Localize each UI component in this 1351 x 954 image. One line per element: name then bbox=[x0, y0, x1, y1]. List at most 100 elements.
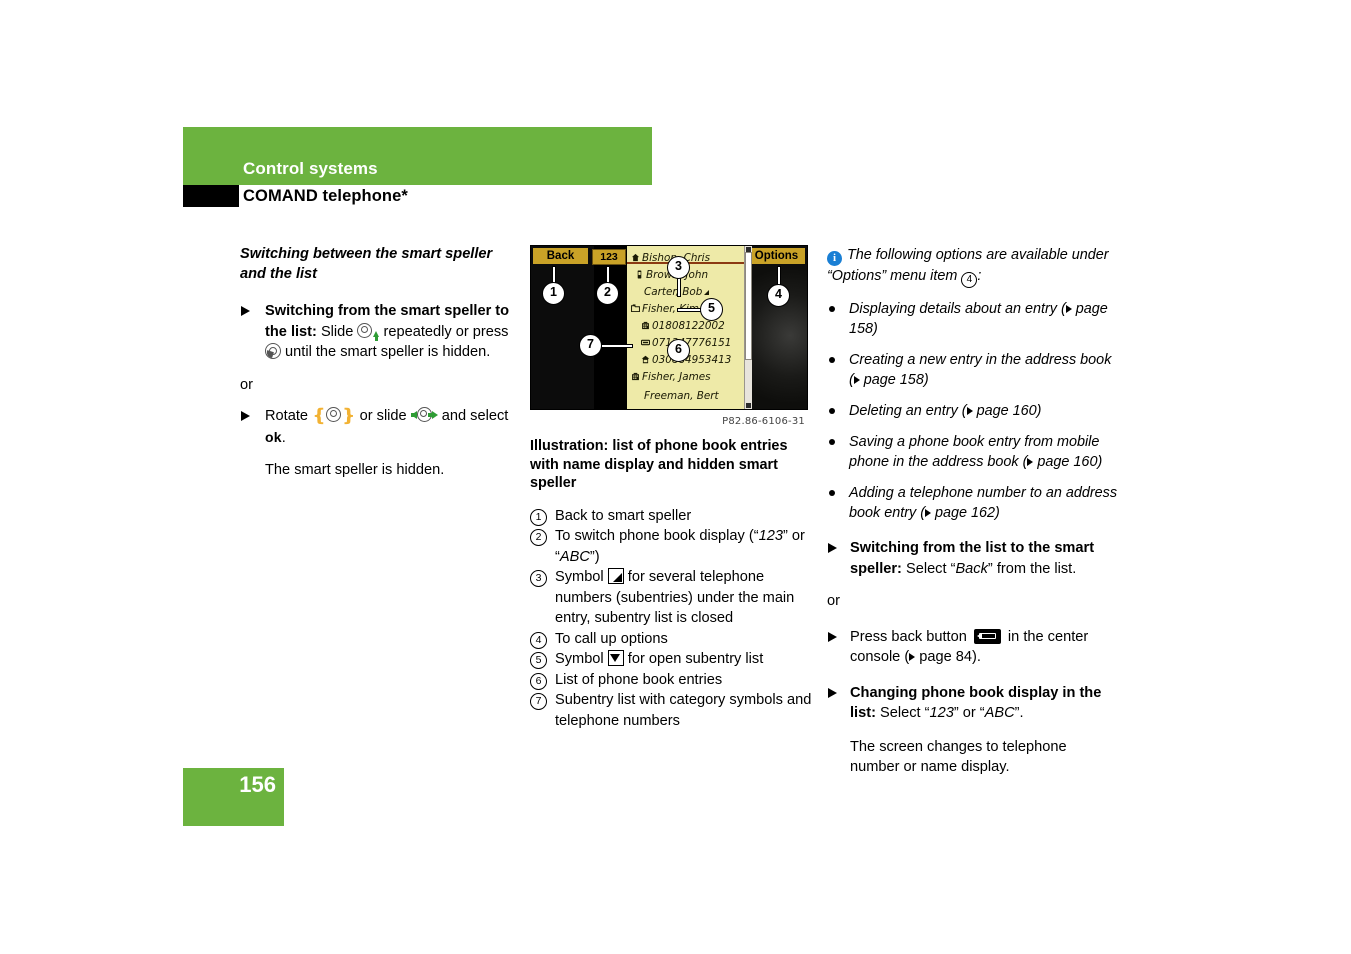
change-em-abc: ABC bbox=[984, 705, 1015, 721]
press-text-a: Press back button bbox=[850, 628, 971, 645]
info-note-text-b: : bbox=[977, 268, 982, 284]
legend-text-a: Symbol bbox=[555, 569, 608, 585]
option-ref: page 158 bbox=[859, 372, 924, 388]
rotate-left-bracket-icon: ❴ bbox=[312, 406, 327, 425]
info-icon: i bbox=[827, 251, 842, 266]
right-column: i The following options are available und… bbox=[827, 245, 1119, 778]
legend-text-a: To switch phone book display (“ bbox=[555, 528, 759, 544]
instruction-press-back-button: Press back button in the center console … bbox=[827, 627, 1119, 668]
list-item-label: Fisher, James bbox=[642, 371, 711, 383]
slide-up-arrow-icon bbox=[373, 330, 380, 341]
legend-number: 2 bbox=[530, 529, 547, 546]
callout-2: 2 bbox=[596, 282, 619, 305]
arrow-bullet-icon bbox=[828, 543, 837, 553]
legend-item-6: 6 List of phone book entries bbox=[530, 670, 815, 691]
callout-4: 4 bbox=[767, 284, 790, 307]
callout-7: 7 bbox=[579, 334, 602, 357]
callout-3: 3 bbox=[667, 256, 690, 279]
callout-1: 1 bbox=[542, 282, 565, 305]
fax-card-icon bbox=[641, 339, 650, 346]
list-item-label: Carter, Bob bbox=[644, 286, 703, 298]
scroll-down-arrow-icon[interactable] bbox=[746, 403, 751, 408]
legend-item-4: 4 To call up options bbox=[530, 629, 815, 650]
controller-wheel-icon bbox=[357, 322, 373, 338]
legend-text: List of phone book entries bbox=[555, 671, 723, 688]
bullet-dot-icon bbox=[829, 439, 835, 445]
screen-left-pane bbox=[531, 246, 594, 409]
info-note: i The following options are available und… bbox=[827, 245, 1119, 288]
callout-6: 6 bbox=[667, 339, 690, 362]
bullet-dot-icon bbox=[829, 408, 835, 414]
rotate-right-bracket-icon: ❵ bbox=[341, 406, 356, 425]
info-note-ref-number: 4 bbox=[961, 272, 978, 288]
option-text-b: ) bbox=[923, 372, 929, 388]
callout-5: 5 bbox=[700, 298, 723, 321]
press-ref: page 84 bbox=[915, 649, 973, 665]
option-text-a: Deleting an entry ( bbox=[849, 403, 967, 419]
rotate-text-d: . bbox=[281, 429, 286, 446]
instruction-change-display: Changing phone book display in the list:… bbox=[827, 683, 1119, 724]
legend-item-7: 7 Subentry list with category symbols an… bbox=[530, 690, 815, 731]
screen-123-button[interactable]: 123 bbox=[592, 249, 626, 265]
instruction-text-b: ” from the list. bbox=[987, 560, 1077, 577]
legend-number: 3 bbox=[530, 570, 547, 587]
legend-text: Back to smart speller bbox=[555, 507, 692, 524]
change-text-a: Select “ bbox=[875, 705, 930, 721]
illustration-legend: 1 Back to smart speller 2 To switch phon… bbox=[530, 506, 815, 732]
screen-back-button[interactable]: Back bbox=[533, 248, 588, 264]
arrow-bullet-icon bbox=[241, 306, 250, 316]
option-ref: page 160 bbox=[1033, 454, 1098, 470]
option-ref: page 160 bbox=[972, 403, 1037, 419]
change-em-123: 123 bbox=[929, 705, 954, 721]
legend-number: 4 bbox=[530, 631, 547, 649]
arrow-bullet-icon bbox=[241, 411, 250, 421]
controller-press-icon bbox=[265, 343, 281, 359]
subentry-number: 030884953413 bbox=[652, 354, 732, 366]
left-column: Switching between the smart speller and … bbox=[240, 245, 522, 481]
list-item[interactable]: Freeman, Bert bbox=[644, 386, 719, 407]
instruction-rotate-select: Rotate ❴ ❵ or slide and select ok. bbox=[240, 406, 522, 448]
press-text-c: ). bbox=[972, 649, 981, 665]
left-or-label: or bbox=[240, 376, 253, 393]
slide-right-arrow-icon bbox=[427, 411, 438, 419]
subentry-closed-caret-icon bbox=[704, 290, 710, 295]
instruction-text-c: until the smart speller is hidden. bbox=[281, 344, 491, 360]
list-item[interactable]: Fisher, James bbox=[631, 367, 711, 388]
slide-left-arrow-icon bbox=[410, 411, 417, 419]
page-header-band: Control systems bbox=[183, 127, 652, 185]
ok-key-label: ok bbox=[265, 428, 282, 445]
header-black-marker bbox=[183, 185, 239, 207]
legend-text-a: Symbol bbox=[555, 651, 608, 667]
subentry-number: 071247776151 bbox=[652, 337, 732, 349]
legend-item-5: 5 Symbol for open subentry list bbox=[530, 649, 815, 670]
illustration-caption: Illustration: list of phone book entries… bbox=[530, 438, 788, 491]
legend-text-c: ”) bbox=[589, 548, 600, 565]
bullet-dot-icon bbox=[829, 306, 835, 312]
instruction-em-back: Back bbox=[955, 560, 988, 577]
option-item-1: Displaying details about an entry ( page… bbox=[827, 299, 1119, 339]
subsection-title: COMAND telephone* bbox=[243, 187, 408, 205]
legend-number: 1 bbox=[530, 508, 547, 526]
legend-text: To call up options bbox=[555, 630, 668, 647]
page-number: 156 bbox=[239, 772, 276, 797]
screen-scrollbar[interactable] bbox=[744, 246, 752, 409]
left-result-text: The smart speller is hidden. bbox=[265, 462, 445, 478]
legend-em-123: 123 bbox=[758, 528, 783, 544]
option-text-b: ) bbox=[1036, 403, 1042, 419]
mobile-phone-icon bbox=[637, 270, 642, 279]
legend-em-abc: ABC bbox=[559, 548, 590, 565]
option-text-a: Displaying details about an entry ( bbox=[849, 301, 1066, 317]
rotate-text-a: Rotate bbox=[265, 408, 313, 424]
bullet-dot-icon bbox=[829, 490, 835, 496]
back-button-icon bbox=[973, 628, 1001, 644]
arrow-bullet-icon bbox=[828, 687, 837, 698]
rotate-text-b: or slide bbox=[355, 408, 411, 424]
scroll-thumb[interactable] bbox=[745, 252, 752, 360]
corner-triangle-symbol-icon bbox=[607, 568, 624, 584]
illustration-code: P82.86-6106-31 bbox=[722, 416, 805, 427]
screen-options-button[interactable]: Options bbox=[748, 248, 805, 264]
section-title: Control systems bbox=[243, 159, 378, 178]
arrow-bullet-icon bbox=[828, 631, 837, 642]
change-text-b: ” or “ bbox=[953, 705, 985, 721]
legend-number: 6 bbox=[530, 672, 547, 690]
